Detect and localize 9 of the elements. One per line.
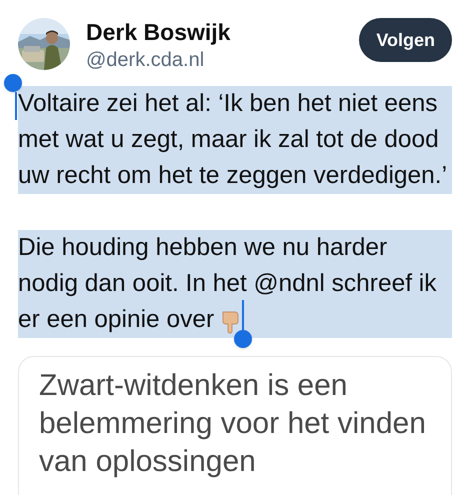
- post-text: Die houding hebben we nu harder nodig dan ooit. In het @ndnl schreef ik er een opinie over: [18, 230, 452, 338]
- link-card-title: Zwart-witdenken is een belemmering voor het vinden van oplossingen: [39, 368, 427, 480]
- link-card[interactable]: Zwart-witdenken is een belemmering voor het vinden van oplossingen: [18, 356, 452, 495]
- pointing-down-hand-icon: [220, 310, 240, 334]
- author-handle[interactable]: @derk.cda.nl: [86, 46, 230, 74]
- follow-button[interactable]: Volgen: [359, 18, 452, 62]
- author-name[interactable]: Derk Boswijk: [86, 18, 230, 46]
- selection-handle[interactable]: [234, 300, 252, 348]
- post-text: Voltaire zei het al: ‘Ik ben het niet eens met wat u zegt, maar ik zal tot de dood uw recht om het te zeggen verdedigen.’: [18, 90, 448, 189]
